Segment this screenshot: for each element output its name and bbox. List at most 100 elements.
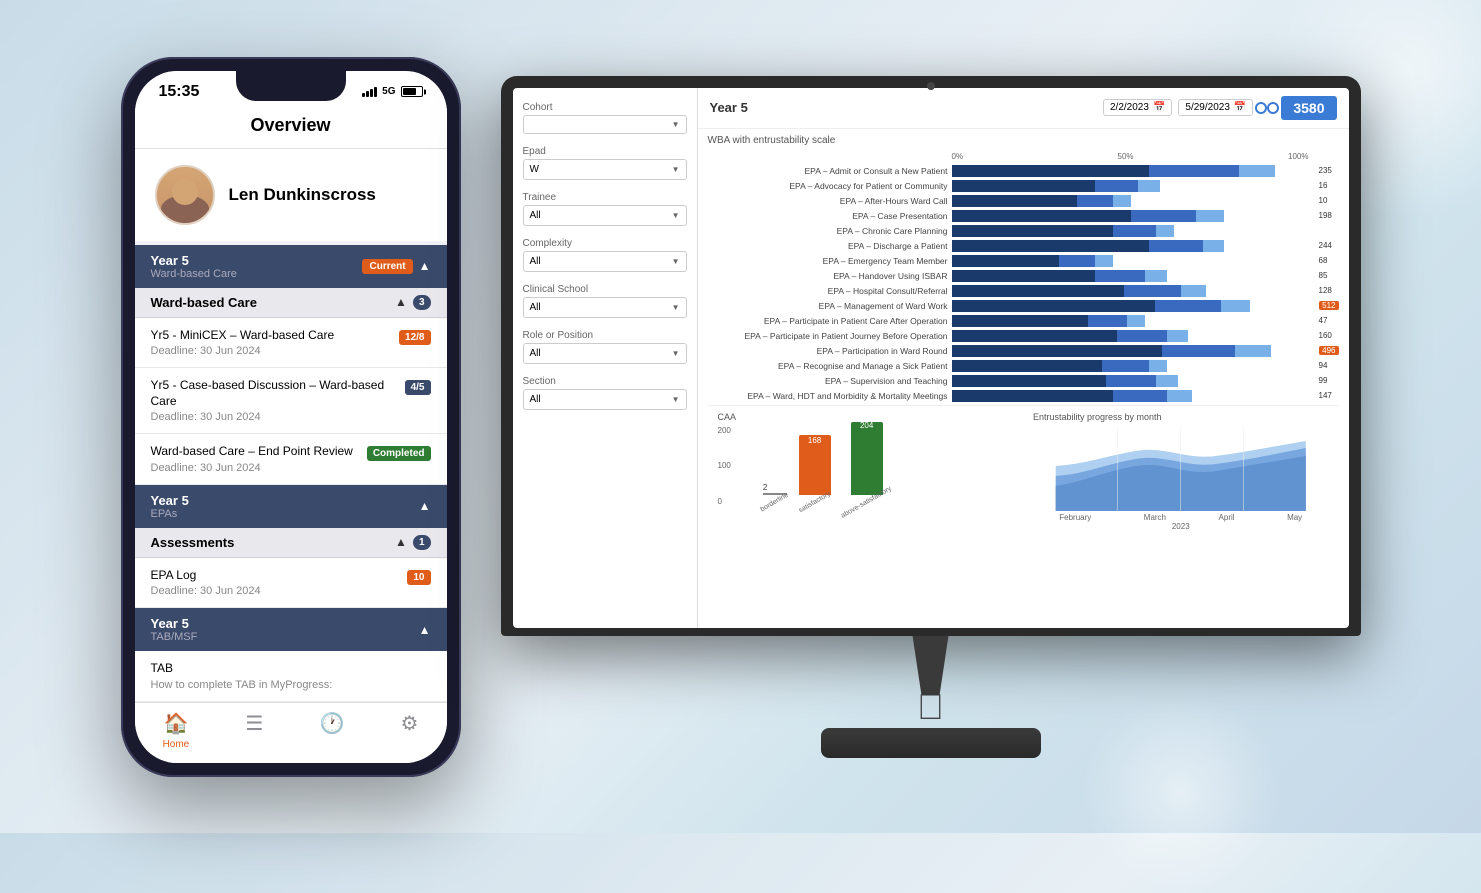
- calendar-from-icon: 📅: [1153, 102, 1165, 113]
- trainee-select[interactable]: All ▼: [523, 205, 687, 226]
- role-value: All: [530, 348, 541, 359]
- bar-label-2: EPA – After-Hours Ward Call: [708, 196, 948, 206]
- cohort-arrow-icon: ▼: [672, 120, 680, 129]
- date-to-value: 5/29/2023: [1185, 102, 1230, 113]
- complexity-select[interactable]: All ▼: [523, 251, 687, 272]
- epas-chevron-icon: ▲: [419, 499, 431, 513]
- trainee-value: All: [530, 210, 541, 221]
- bar-count-11: 160: [1319, 331, 1339, 340]
- date-to-input[interactable]: 5/29/2023 📅: [1178, 99, 1253, 116]
- monthly-svg: [1033, 426, 1329, 511]
- epad-arrow-icon: ▼: [672, 165, 680, 174]
- caa-y-200: 200: [718, 426, 731, 435]
- task-item-epr[interactable]: Ward-based Care – End Point Review Deadl…: [135, 434, 447, 485]
- bar-container-11: [952, 330, 1311, 342]
- bar-row-5: EPA – Discharge a Patient 244: [708, 240, 1339, 252]
- bar-count-13: 94: [1319, 361, 1339, 370]
- signal-icon: [362, 87, 377, 97]
- tab-name: TAB: [151, 661, 431, 677]
- axis-0: 0%: [952, 152, 964, 161]
- caa-bar-above-satisfactory: 204 above-satisfactory: [838, 415, 895, 506]
- bar-row-14: EPA – Supervision and Teaching 99: [708, 375, 1339, 387]
- monitor-neck: [901, 636, 961, 696]
- bar-row-9: EPA – Management of Ward Work 512: [708, 300, 1339, 312]
- year5-tab-header[interactable]: Year 5 TAB/MSF ▲: [135, 608, 447, 651]
- caa-val-borderline: 2: [763, 483, 767, 492]
- tab-bar: 🏠 Home ☰ 🕐 ⚙: [135, 702, 447, 762]
- year5-epas-header[interactable]: Year 5 EPAs ▲: [135, 485, 447, 528]
- clinical-school-arrow-icon: ▼: [672, 303, 680, 312]
- month-apr: April: [1219, 513, 1235, 522]
- bar-container-1: [952, 180, 1311, 192]
- task-deadline-cbd: Deadline: 30 Jun 2024: [151, 411, 397, 423]
- tab-settings-btn[interactable]: ⚙: [400, 711, 418, 750]
- slider-thumb-right[interactable]: [1255, 102, 1267, 114]
- role-select[interactable]: All ▼: [523, 343, 687, 364]
- bar-count-5: 244: [1319, 241, 1339, 250]
- complexity-value: All: [530, 256, 541, 267]
- task-deadline-minicex: Deadline: 30 Jun 2024: [151, 345, 392, 357]
- dashboard-main: Year 5 2/2/2023 📅 5/29/2023 📅: [698, 88, 1349, 628]
- bar-count-8: 128: [1319, 286, 1339, 295]
- assessments-chevron-icon: ▲: [395, 535, 407, 549]
- bar-count-0: 235: [1319, 166, 1339, 175]
- caa-y-0: 0: [718, 497, 731, 506]
- bar-count-14: 99: [1319, 376, 1339, 385]
- bar-label-5: EPA – Discharge a Patient: [708, 241, 948, 251]
- cohort-select[interactable]: ▼: [523, 115, 687, 134]
- section-badge: 3: [413, 295, 431, 310]
- bar-row-4: EPA – Chronic Care Planning: [708, 225, 1339, 237]
- axis-50: 50%: [1118, 152, 1134, 161]
- bar-container-4: [952, 225, 1311, 237]
- calendar-to-icon: 📅: [1234, 102, 1246, 113]
- ward-subtitle: Ward-based Care: [151, 268, 237, 280]
- date-from-input[interactable]: 2/2/2023 📅: [1103, 99, 1172, 116]
- wba-title: WBA with entrustability scale: [708, 135, 1339, 146]
- task-deadline-epr: Deadline: 30 Jun 2024: [151, 462, 359, 474]
- dashboard: Cohort ▼ Epad W ▼ Trainee All: [513, 88, 1349, 628]
- year-2023: 2023: [1033, 522, 1329, 531]
- task-item-cbd[interactable]: Yr5 - Case-based Discussion – Ward-based…: [135, 368, 447, 434]
- year5-ward-header[interactable]: Year 5 Ward-based Care Current ▲: [135, 245, 447, 288]
- section-value: All: [530, 394, 541, 405]
- bar-container-12: [952, 345, 1316, 357]
- ward-care-section-header[interactable]: Ward-based Care ▲ 3: [135, 288, 447, 318]
- clinical-school-select[interactable]: All ▼: [523, 297, 687, 318]
- monitor-device: Cohort ▼ Epad W ▼ Trainee All: [501, 76, 1361, 636]
- bar-label-1: EPA – Advocacy for Patient or Community: [708, 181, 948, 191]
- bar-label-14: EPA – Supervision and Teaching: [708, 376, 948, 386]
- home-icon: 🏠: [163, 711, 188, 736]
- bar-row-1: EPA – Advocacy for Patient or Community …: [708, 180, 1339, 192]
- monthly-area: [1033, 426, 1329, 511]
- month-may: May: [1287, 513, 1302, 522]
- bar-container-13: [952, 360, 1311, 372]
- task-name-cbd: Yr5 - Case-based Discussion – Ward-based…: [151, 378, 397, 409]
- phone-notch: [236, 71, 346, 101]
- slider-thumb-left[interactable]: [1267, 102, 1279, 114]
- assessments-section-header[interactable]: Assessments ▲ 1: [135, 528, 447, 558]
- assessments-title: Assessments: [151, 535, 235, 550]
- bar-label-4: EPA – Chronic Care Planning: [708, 226, 948, 236]
- wba-chart: WBA with entrustability scale 0% 50% 100…: [698, 129, 1349, 628]
- phone-title: Overview: [250, 115, 330, 135]
- bar-row-10: EPA – Participate in Patient Care After …: [708, 315, 1339, 327]
- avatar: [155, 165, 215, 225]
- dash-year-label: Year 5: [710, 100, 748, 115]
- bar-row-12: EPA – Participation in Ward Round 496: [708, 345, 1339, 357]
- caa-chart: CAA 200 100 0: [708, 406, 1024, 535]
- tab-list-btn[interactable]: ☰: [245, 711, 263, 750]
- task-item-minicex[interactable]: Yr5 - MiniCEX – Ward-based Care Deadline…: [135, 318, 447, 369]
- year5-tab-title: Year 5: [151, 616, 198, 631]
- tab-home[interactable]: 🏠 Home: [163, 711, 190, 750]
- caa-y-100: 100: [718, 461, 731, 470]
- tab-item[interactable]: TAB How to complete TAB in MyProgress:: [135, 651, 447, 702]
- epa-log-item[interactable]: EPA Log Deadline: 30 Jun 2024 10: [135, 558, 447, 609]
- bar-row-3: EPA – Case Presentation 198: [708, 210, 1339, 222]
- bar-label-9: EPA – Management of Ward Work: [708, 301, 948, 311]
- task-badge-cbd: 4/5: [405, 380, 431, 395]
- bar-row-6: EPA – Emergency Team Member 68: [708, 255, 1339, 267]
- section-select[interactable]: All ▼: [523, 389, 687, 410]
- gear-icon: ⚙: [400, 711, 418, 736]
- tab-clock-btn[interactable]: 🕐: [319, 711, 344, 750]
- epad-select[interactable]: W ▼: [523, 159, 687, 180]
